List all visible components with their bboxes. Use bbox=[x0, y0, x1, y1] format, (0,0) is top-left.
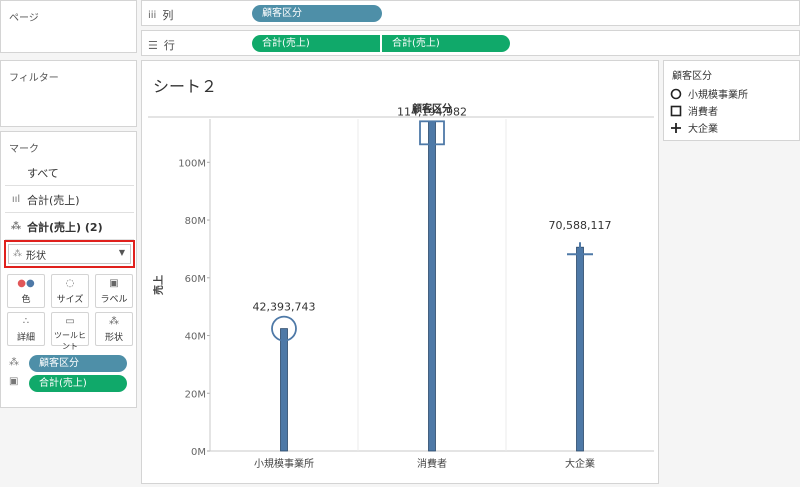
x-tick-label: 大企業 bbox=[565, 457, 595, 470]
pages-title: ページ bbox=[9, 13, 39, 24]
y-tick-label: 100M bbox=[178, 158, 206, 169]
circle-icon bbox=[670, 88, 682, 99]
rows-icon: ☰ bbox=[148, 38, 158, 52]
bar bbox=[576, 246, 584, 452]
tooltip-icon: ▭ bbox=[65, 316, 75, 327]
y-tick-label: 40M bbox=[185, 332, 206, 343]
marks-title: マーク bbox=[9, 144, 39, 155]
data-label: 42,393,743 bbox=[253, 301, 316, 314]
detail-dots-icon: ∴ bbox=[22, 316, 30, 327]
sheet-view: シート２ 顧客区分 0M 20M 40M 60M 80M 100M 売上 42,393,743 小… bbox=[141, 60, 659, 484]
rows-pill-sales-2[interactable]: 合計(売上) bbox=[382, 35, 510, 52]
x-tick-label: 小規模事業所 bbox=[254, 457, 314, 470]
marks-card-all[interactable]: すべて bbox=[5, 160, 134, 186]
x-tick-label: 消費者 bbox=[417, 457, 447, 470]
sheet-title: シート２ bbox=[153, 77, 218, 96]
marks-card-sales[interactable]: ııl 合計(売上) bbox=[5, 187, 134, 213]
shape-icon: ⁂ bbox=[109, 316, 119, 327]
filters-panel[interactable]: フィルター bbox=[0, 60, 137, 127]
filters-title: フィルター bbox=[9, 73, 59, 84]
legend-item-consumer[interactable]: 消費者 bbox=[670, 102, 748, 119]
data-label: 114,194,982 bbox=[397, 105, 467, 118]
color-button[interactable]: ●● 色 bbox=[7, 274, 45, 308]
tooltip-button[interactable]: ▭ ツールヒント bbox=[51, 312, 89, 351]
label-button[interactable]: ▣ ラベル bbox=[95, 274, 133, 308]
data-label: 70,588,117 bbox=[549, 219, 612, 232]
size-button[interactable]: ◌ サイズ bbox=[51, 274, 89, 308]
legend-item-enterprise[interactable]: 大企業 bbox=[670, 119, 748, 136]
marks-field-label[interactable]: ▣ 合計(売上) bbox=[7, 375, 131, 393]
columns-icon: iii bbox=[148, 9, 157, 21]
columns-pill-customer-segment[interactable]: 顧客区分 bbox=[252, 5, 382, 22]
shape-icon: ⁂ bbox=[13, 249, 22, 259]
chevron-down-icon: ▼ bbox=[118, 248, 125, 257]
legend-panel[interactable]: 顧客区分 小規模事業所 消費者 大企業 bbox=[663, 60, 800, 141]
shape-icon: ⁂ bbox=[9, 357, 19, 368]
columns-shelf[interactable]: iii 列 顧客区分 bbox=[141, 0, 800, 26]
bar bbox=[280, 328, 288, 452]
detail-button[interactable]: ∴ 詳細 bbox=[7, 312, 45, 346]
bar-chart: 顧客区分0M20M40M60M80M100M売上42,393,743小規模事業所… bbox=[148, 102, 654, 470]
shape-button[interactable]: ⁂ 形状 bbox=[95, 312, 133, 346]
rows-shelf[interactable]: ☰ 行 合計(売上) 合計(売上) bbox=[141, 30, 800, 56]
y-axis-label: 売上 bbox=[152, 275, 165, 295]
rows-label: ☰ 行 bbox=[148, 38, 175, 53]
columns-label: iii 列 bbox=[148, 9, 174, 22]
y-tick-label: 80M bbox=[185, 216, 206, 227]
bar-chart-icon: ııl bbox=[11, 194, 21, 205]
plus-icon bbox=[671, 122, 681, 133]
pages-panel[interactable]: ページ bbox=[0, 0, 137, 53]
marks-panel: マーク すべて ııl 合計(売上) ⁂ 合計(売上) (2) ⁂ 形状 ▼ ●… bbox=[0, 131, 137, 408]
mark-type-dropdown[interactable]: ⁂ 形状 ▼ bbox=[8, 244, 131, 264]
y-tick-label: 20M bbox=[185, 389, 206, 400]
rows-pill-sales-1[interactable]: 合計(売上) bbox=[252, 35, 380, 52]
marks-card-sales-2[interactable]: ⁂ 合計(売上) (2) bbox=[5, 214, 134, 240]
label-icon: ▣ bbox=[109, 278, 119, 289]
legend-list: 小規模事業所 消費者 大企業 bbox=[670, 85, 748, 136]
legend-item-small-business[interactable]: 小規模事業所 bbox=[670, 85, 748, 102]
size-icon: ◌ bbox=[65, 278, 75, 289]
marks-field-shape[interactable]: ⁂ 顧客区分 bbox=[7, 355, 131, 373]
square-icon bbox=[670, 105, 682, 116]
label-icon: ▣ bbox=[9, 376, 19, 387]
bar bbox=[428, 120, 436, 452]
legend-title: 顧客区分 bbox=[672, 71, 712, 82]
y-tick-label: 0M bbox=[191, 447, 206, 458]
plus-mark bbox=[567, 242, 593, 267]
y-tick-label: 60M bbox=[185, 274, 206, 285]
color-dots-icon: ●● bbox=[17, 278, 35, 289]
shape-icon: ⁂ bbox=[10, 221, 22, 232]
